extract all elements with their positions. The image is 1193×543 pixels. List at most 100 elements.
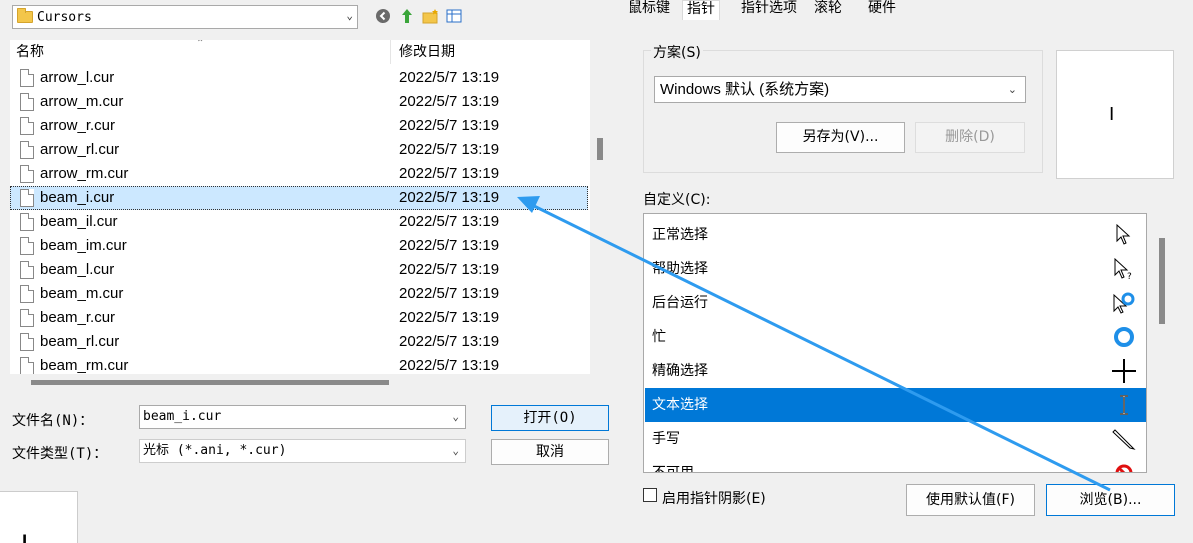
use-default-button[interactable]: 使用默认值(F) [906, 484, 1035, 516]
file-list-horizontal-scroll-thumb[interactable] [31, 380, 389, 385]
file-row[interactable]: beam_i.cur 2022/5/7 13:19 [10, 186, 588, 210]
arrow-pointer-icon [1111, 218, 1137, 252]
pointer-shadow-checkbox[interactable] [643, 488, 657, 502]
file-date: 2022/5/7 13:19 [399, 165, 500, 182]
file-row[interactable]: beam_r.cur 2022/5/7 13:19 [10, 306, 588, 330]
column-separator[interactable] [390, 40, 391, 64]
file-name-value: beam_i.cur [143, 409, 222, 424]
crosshair-icon [1111, 354, 1137, 388]
file-name: beam_im.cur [40, 237, 127, 254]
cursor-row[interactable]: 正常选择 [645, 218, 1146, 252]
file-name: beam_i.cur [40, 189, 115, 206]
file-icon [20, 261, 34, 279]
file-row[interactable]: arrow_r.cur 2022/5/7 13:19 [10, 114, 588, 138]
file-name: beam_m.cur [40, 285, 124, 302]
svg-text:?: ? [1127, 272, 1132, 280]
cursor-list-scroll-thumb[interactable] [1159, 238, 1165, 324]
chevron-down-icon[interactable]: ⌄ [346, 9, 353, 22]
back-icon[interactable] [374, 7, 392, 25]
file-name: arrow_rm.cur [40, 165, 129, 182]
cursor-row[interactable]: 文本选择 [645, 388, 1146, 422]
sort-ascending-icon: ⌃ [196, 40, 205, 49]
file-row[interactable]: beam_m.cur 2022/5/7 13:19 [10, 282, 588, 306]
file-icon [20, 165, 34, 183]
file-icon [20, 117, 34, 135]
file-date: 2022/5/7 13:19 [399, 117, 500, 134]
file-list-vertical-scrollbar[interactable] [594, 40, 608, 374]
cursor-row[interactable]: 手写 [645, 422, 1146, 456]
file-row[interactable]: beam_rl.cur 2022/5/7 13:19 [10, 330, 588, 354]
tab-3[interactable]: 指针选项 [737, 0, 801, 18]
cursor-list[interactable]: 正常选择 帮助选择? 后台运行忙精确选择 文本选择 手写 不可用 [643, 213, 1147, 473]
background-window-fragment [0, 491, 78, 543]
file-icon [20, 285, 34, 303]
file-date: 2022/5/7 13:19 [399, 93, 500, 110]
file-name: arrow_l.cur [40, 69, 115, 86]
cursor-role-label: 手写 [652, 431, 680, 447]
scheme-groupbox [643, 50, 1043, 173]
file-row[interactable]: beam_im.cur 2022/5/7 13:19 [10, 234, 588, 258]
file-icon [20, 357, 34, 374]
new-folder-icon[interactable] [422, 7, 440, 25]
file-date: 2022/5/7 13:19 [399, 285, 500, 302]
cursor-row[interactable]: 不可用 [645, 456, 1146, 473]
chevron-down-icon[interactable]: ⌄ [452, 440, 459, 462]
cursor-row[interactable]: 精确选择 [645, 354, 1146, 388]
column-header-date[interactable]: 修改日期 [393, 40, 589, 64]
file-name-combobox[interactable]: beam_i.cur ⌄ [139, 405, 466, 429]
scheme-value: Windows 默认 (系统方案) [660, 81, 830, 98]
file-type-combobox[interactable]: 光标 (*.ani, *.cur) ⌄ [139, 439, 466, 463]
file-row[interactable]: beam_l.cur 2022/5/7 13:19 [10, 258, 588, 282]
tab-2[interactable]: 指针 [682, 0, 720, 20]
file-icon [20, 237, 34, 255]
file-type-label: 文件类型(T)： [12, 446, 108, 462]
cursor-role-label: 不可用 [652, 465, 694, 473]
tab-4[interactable]: 滚轮 [810, 0, 846, 18]
file-name: beam_r.cur [40, 309, 116, 326]
file-row[interactable]: arrow_rl.cur 2022/5/7 13:19 [10, 138, 588, 162]
open-button[interactable]: 打开(O) [491, 405, 609, 431]
cursor-row[interactable]: 后台运行 [645, 286, 1146, 320]
cursor-row[interactable]: 忙 [645, 320, 1146, 354]
file-row[interactable]: beam_rm.cur 2022/5/7 13:19 [10, 354, 588, 374]
chevron-down-icon[interactable]: ⌄ [452, 406, 459, 428]
nav-toolbar [374, 6, 484, 26]
file-icon [20, 93, 34, 111]
working-in-background-icon [1111, 286, 1137, 320]
browse-button[interactable]: 浏览(B)... [1046, 484, 1175, 516]
file-name: beam_rl.cur [40, 333, 120, 350]
look-in-value: Cursors [37, 9, 92, 25]
cursor-row[interactable]: 帮助选择? [645, 252, 1146, 286]
up-folder-icon[interactable] [398, 7, 416, 25]
file-icon [20, 189, 34, 207]
unavailable-icon [1111, 456, 1137, 472]
file-list-vertical-scroll-thumb[interactable] [597, 138, 603, 160]
customize-label: 自定义(C): [643, 192, 711, 208]
cursor-role-label: 帮助选择 [652, 261, 708, 277]
cursor-role-label: 文本选择 [652, 397, 708, 413]
tab-1[interactable]: 鼠标键 [624, 0, 674, 18]
look-in-combobox[interactable]: Cursors ⌄ [12, 5, 358, 29]
file-row[interactable]: beam_il.cur 2022/5/7 13:19 [10, 210, 588, 234]
help-select-icon: ? [1111, 252, 1137, 286]
tab-5[interactable]: 硬件 [864, 0, 900, 18]
file-icon [20, 69, 34, 87]
open-file-dialog: Cursors ⌄ 名称 ⌃ 修改日期 arrow_l.cur 2022/5/7 … [0, 0, 620, 543]
file-date: 2022/5/7 13:19 [399, 237, 500, 254]
pointer-shadow-label[interactable]: 启用指针阴影(E) [662, 488, 766, 508]
file-row[interactable]: arrow_m.cur 2022/5/7 13:19 [10, 90, 588, 114]
view-menu-icon[interactable] [446, 7, 464, 25]
file-list[interactable]: 名称 ⌃ 修改日期 arrow_l.cur 2022/5/7 13:19 arrow… [10, 40, 590, 374]
file-name: beam_rm.cur [40, 357, 129, 374]
file-date: 2022/5/7 13:19 [399, 261, 500, 278]
file-row[interactable]: arrow_l.cur 2022/5/7 13:19 [10, 66, 588, 90]
file-row[interactable]: arrow_rm.cur 2022/5/7 13:19 [10, 162, 588, 186]
delete-button[interactable]: 删除(D) [915, 122, 1025, 153]
scheme-combobox[interactable]: Windows 默认 (系统方案) ⌄ [654, 76, 1026, 103]
pen-icon [1111, 422, 1137, 456]
text-beam-icon: I [22, 533, 28, 543]
chevron-down-icon[interactable]: ⌄ [1008, 78, 1017, 103]
cancel-button[interactable]: 取消 [491, 439, 609, 465]
cursor-role-label: 精确选择 [652, 363, 708, 379]
save-as-button[interactable]: 另存为(V)... [776, 122, 905, 153]
